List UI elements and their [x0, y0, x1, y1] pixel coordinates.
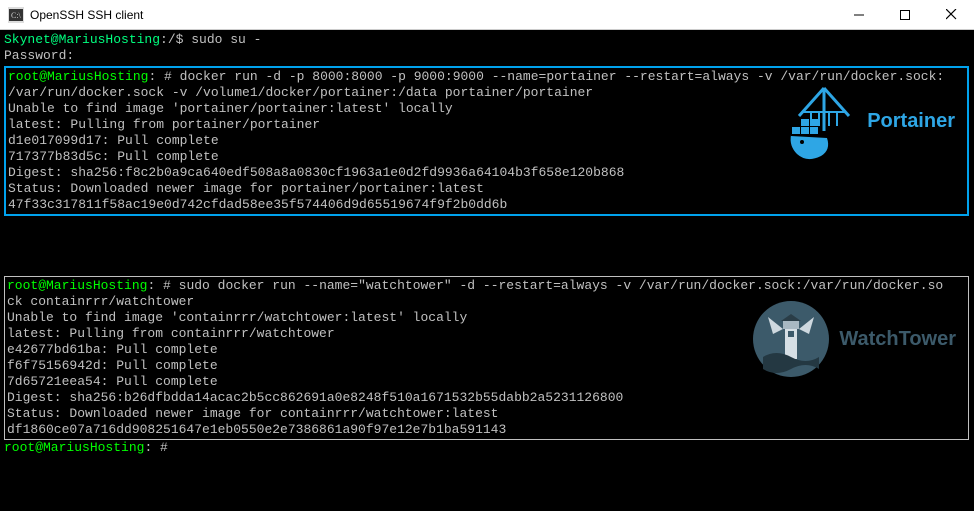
output-line: 47f33c317811f58ac19e0d742cfdad58ee35f574… [8, 197, 965, 213]
password-prompt: Password: [4, 48, 970, 64]
cursor [168, 441, 176, 455]
output-line: Digest: sha256:b26dfbdda14acac2b5cc86269… [7, 390, 966, 406]
shell-line: root@MariusHosting: # sudo docker run --… [7, 278, 966, 294]
output-line: Digest: sha256:f8c2b0a9ca640edf508a8a083… [8, 165, 965, 181]
portainer-block: Portainer root@MariusHosting: # docker r… [4, 66, 969, 216]
output-line: Status: Downloaded newer image for conta… [7, 406, 966, 422]
window-controls [836, 0, 974, 29]
close-button[interactable] [928, 0, 974, 29]
watchtower-icon [751, 299, 831, 379]
terminal-area[interactable]: Skynet@MariusHosting:/$ sudo su - Passwo… [0, 30, 974, 511]
svg-text:C:\: C:\ [11, 11, 22, 20]
portainer-label: Portainer [867, 113, 955, 129]
shell-prompt: root@MariusHosting: # [4, 440, 970, 456]
output-line: df1860ce07a716dd908251647e1eb0550e2e7386… [7, 422, 966, 438]
portainer-logo-area: Portainer [789, 76, 955, 166]
maximize-button[interactable] [882, 0, 928, 29]
watchtower-block: WatchTower root@MariusHosting: # sudo do… [4, 276, 969, 440]
watchtower-label: WatchTower [839, 331, 956, 347]
watchtower-logo-area: WatchTower [751, 299, 956, 379]
window-titlebar: C:\ OpenSSH SSH client [0, 0, 974, 30]
shell-line: Skynet@MariusHosting:/$ sudo su - [4, 32, 970, 48]
output-line: Status: Downloaded newer image for porta… [8, 181, 965, 197]
app-icon: C:\ [8, 7, 24, 23]
minimize-button[interactable] [836, 0, 882, 29]
portainer-icon [789, 76, 859, 166]
window-title: OpenSSH SSH client [30, 8, 836, 22]
